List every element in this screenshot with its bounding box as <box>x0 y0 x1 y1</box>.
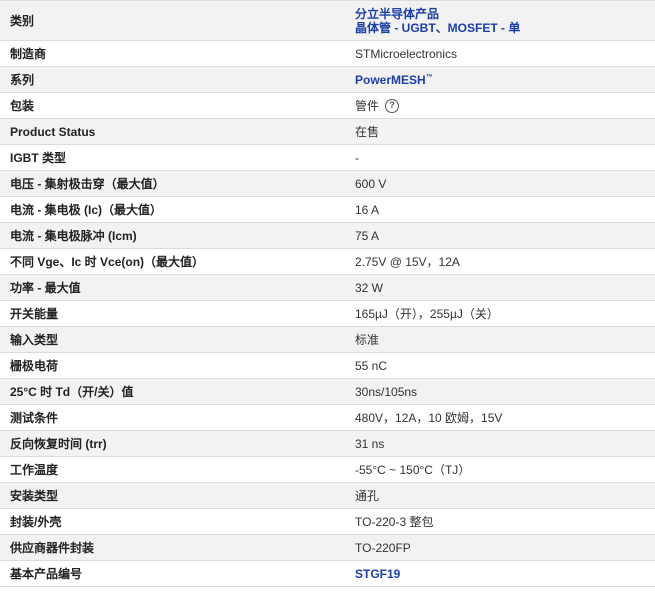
attribute-label: 供应商器件封装 <box>0 535 345 560</box>
attribute-value: 在售 <box>345 119 655 144</box>
attribute-label: Product Status <box>0 119 345 144</box>
table-row-gate-charge: 栅极电荷 55 nC <box>0 353 655 379</box>
table-row-collector-current: 电流 - 集电极 (Ic)（最大值） 16 A <box>0 197 655 223</box>
table-row-base-part-number: 基本产品编号 STGF19 <box>0 561 655 587</box>
table-row-operating-temp: 工作温度 -55°C ~ 150°C（TJ） <box>0 457 655 483</box>
trademark-symbol: ™ <box>425 73 433 81</box>
attribute-value: STMicroelectronics <box>355 46 458 61</box>
table-row-td-on-off: 25°C 时 Td（开/关）值 30ns/105ns <box>0 379 655 405</box>
table-row-test-conditions: 测试条件 480V，12A，10 欧姆，15V <box>0 405 655 431</box>
attribute-value: - <box>355 150 359 165</box>
attribute-label: IGBT 类型 <box>10 151 66 165</box>
series-name: PowerMESH <box>355 72 426 87</box>
table-row-category: 类别 分立半导体产品 晶体管 - UGBT、MOSFET - 单 <box>0 1 655 41</box>
attribute-label: 电流 - 集电极脉冲 (Icm) <box>0 223 345 248</box>
table-row-mounting-type: 安装类型 通孔 <box>0 483 655 509</box>
attribute-label: 安装类型 <box>0 483 345 508</box>
attribute-label: 封装/外壳 <box>10 515 62 529</box>
table-row-igbt-type: IGBT 类型 - <box>0 145 655 171</box>
packaging-value: 管件 <box>355 99 380 113</box>
table-row-power-max: 功率 - 最大值 32 W <box>0 275 655 301</box>
attribute-value: 480V，12A，10 欧姆，15V <box>355 411 503 425</box>
attribute-label: 不同 Vge、Ic 时 Vce(on)（最大值） <box>10 255 205 269</box>
attribute-label: 栅极电荷 <box>10 359 59 373</box>
question-circle-icon[interactable]: ? <box>385 98 400 113</box>
attribute-value: 30ns/105ns <box>345 379 655 404</box>
category-links: 分立半导体产品 晶体管 - UGBT、MOSFET - 单 <box>355 7 520 35</box>
attribute-label: 制造商 <box>10 47 47 61</box>
attribute-value: 75 A <box>345 223 655 248</box>
attribute-label: 反向恢复时间 (trr) <box>0 431 345 456</box>
attribute-label: 工作温度 <box>10 463 59 477</box>
table-row-manufacturer: 制造商 STMicroelectronics <box>0 41 655 67</box>
attribute-label: 电压 - 集射极击穿（最大值） <box>0 171 345 196</box>
attribute-value: 2.75V @ 15V，12A <box>355 255 460 269</box>
attribute-value: PowerMESH™ <box>345 67 655 92</box>
base-part-number-link[interactable]: STGF19 <box>355 567 400 581</box>
attribute-label: 功率 - 最大值 <box>0 275 345 300</box>
attribute-label: 电流 - 集电极 (Ic)（最大值） <box>10 203 162 217</box>
product-attributes-table: 类别 分立半导体产品 晶体管 - UGBT、MOSFET - 单 制造商 STM… <box>0 0 655 587</box>
table-row-reverse-recovery: 反向恢复时间 (trr) 31 ns <box>0 431 655 457</box>
attribute-label: 测试条件 <box>10 411 59 425</box>
attribute-value: -55°C ~ 150°C（TJ） <box>355 463 471 477</box>
attribute-value: 32 W <box>345 275 655 300</box>
attribute-value: 31 ns <box>345 431 655 456</box>
attribute-value: TO-220-3 整包 <box>355 515 434 529</box>
table-row-product-status: Product Status 在售 <box>0 119 655 145</box>
table-row-series: 系列 PowerMESH™ <box>0 67 655 93</box>
table-row-package-case: 封装/外壳 TO-220-3 整包 <box>0 509 655 535</box>
table-row-packaging: 包装 管件 ? <box>0 93 655 119</box>
attribute-label: 输入类型 <box>0 327 345 352</box>
table-row-collector-pulse: 电流 - 集电极脉冲 (Icm) 75 A <box>0 223 655 249</box>
attribute-value: 165µJ（开），255µJ（关） <box>355 307 499 321</box>
table-row-vce-on: 不同 Vge、Ic 时 Vce(on)（最大值） 2.75V @ 15V，12A <box>0 249 655 275</box>
attribute-label: 包装 <box>10 99 35 113</box>
attribute-label: 类别 <box>0 1 345 40</box>
attribute-label: 基本产品编号 <box>10 567 83 581</box>
series-link[interactable]: PowerMESH™ <box>355 73 433 87</box>
attribute-label: 开关能量 <box>10 307 59 321</box>
table-row-vce-breakdown: 电压 - 集射极击穿（最大值） 600 V <box>0 171 655 197</box>
table-row-input-type: 输入类型 标准 <box>0 327 655 353</box>
attribute-value: TO-220FP <box>345 535 655 560</box>
attribute-label: 25°C 时 Td（开/关）值 <box>0 379 345 404</box>
attribute-value: STGF19 <box>345 561 655 586</box>
attribute-value: 55 nC <box>355 358 388 373</box>
table-row-switching-energy: 开关能量 165µJ（开），255µJ（关） <box>0 301 655 327</box>
attribute-value: 16 A <box>355 202 380 217</box>
attribute-label: 系列 <box>0 67 345 92</box>
attribute-value: 600 V <box>345 171 655 196</box>
attribute-value: 管件 ? <box>345 93 655 118</box>
attribute-value: 通孔 <box>345 483 655 508</box>
attribute-value: 分立半导体产品 晶体管 - UGBT、MOSFET - 单 <box>345 1 655 40</box>
attribute-value: 标准 <box>345 327 655 352</box>
category-link-transistors[interactable]: 晶体管 - UGBT、MOSFET - 单 <box>355 21 520 35</box>
category-link-discrete[interactable]: 分立半导体产品 <box>355 7 520 21</box>
table-row-supplier-package: 供应商器件封装 TO-220FP <box>0 535 655 561</box>
